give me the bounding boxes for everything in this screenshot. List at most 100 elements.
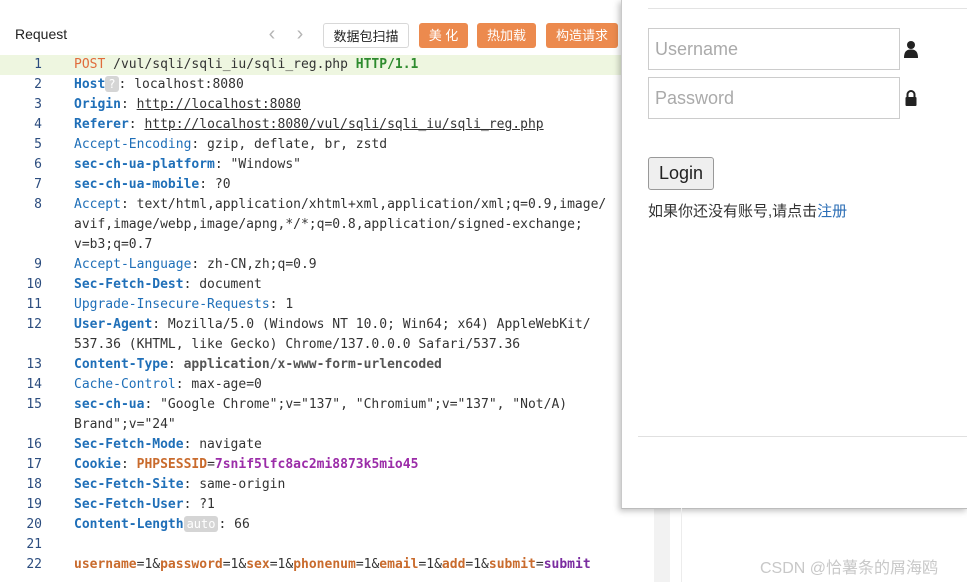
line-text: Sec-Fetch-User: ?1 bbox=[74, 495, 654, 515]
code-token: Upgrade-Insecure-Requests bbox=[74, 297, 270, 312]
code-token: Host bbox=[74, 77, 106, 92]
line-text: Sec-Fetch-Site: same-origin bbox=[74, 475, 654, 495]
code-token: : gzip, deflate, br, zstd bbox=[191, 137, 388, 152]
code-line: 16 Sec-Fetch-Mode: navigate bbox=[0, 435, 654, 455]
request-editor[interactable]: 1 POST /vul/sqli/sqli_iu/sqli_reg.php HTT… bbox=[0, 55, 654, 582]
code-token: Origin bbox=[74, 97, 121, 112]
code-token: : bbox=[167, 357, 184, 372]
code-line: 19 Sec-Fetch-User: ?1 bbox=[0, 495, 654, 515]
code-token: =1& bbox=[355, 557, 380, 572]
divider bbox=[648, 8, 967, 9]
line-number: 5 bbox=[34, 137, 42, 152]
code-line: 18 Sec-Fetch-Site: same-origin bbox=[0, 475, 654, 495]
password-input[interactable] bbox=[648, 77, 900, 119]
code-token: Content-Type bbox=[74, 357, 168, 372]
code-token: : text/html,application/xhtml+xml,applic… bbox=[120, 197, 607, 212]
code-token: email bbox=[379, 557, 419, 572]
line-text: Referer: http://localhost:8080/vul/sqli/… bbox=[74, 115, 654, 135]
line-text: Upgrade-Insecure-Requests: 1 bbox=[74, 295, 654, 315]
line-number: 20 bbox=[26, 517, 42, 532]
code-line: 11 Upgrade-Insecure-Requests: 1 bbox=[0, 295, 654, 315]
code-token: =1& bbox=[136, 557, 161, 572]
code-line: avif,image/webp,image/apng,*/*;q=0.8,app… bbox=[0, 215, 654, 235]
chevron-left-icon[interactable]: ‹ bbox=[262, 22, 282, 46]
code-token: : same-origin bbox=[183, 477, 286, 492]
line-text: Accept: text/html,application/xhtml+xml,… bbox=[74, 195, 654, 215]
request-panel: Request ‹ › 数据包扫描 美 化 热加载 构造请求 1 POST /vu… bbox=[0, 0, 670, 582]
code-token: password bbox=[160, 557, 223, 572]
code-token: 537.36 (KHTML, like Gecko) Chrome/137.0.… bbox=[74, 337, 521, 352]
beautify-button[interactable]: 美 化 bbox=[419, 23, 468, 48]
register-prompt-text: 如果你还没有账号,请点击 bbox=[648, 203, 818, 220]
line-text: Accept-Language: zh-CN,zh;q=0.9 bbox=[74, 255, 654, 275]
lock-icon bbox=[905, 90, 917, 106]
code-line: 8 Accept: text/html,application/xhtml+xml… bbox=[0, 195, 654, 215]
line-text: 537.36 (KHTML, like Gecko) Chrome/137.0.… bbox=[74, 335, 654, 355]
chevron-right-icon[interactable]: › bbox=[290, 22, 310, 46]
line-text: Host?: localhost:8080 bbox=[74, 75, 654, 95]
code-token: /vul/sqli/sqli_iu/sqli_reg.php bbox=[105, 57, 356, 72]
code-token: : bbox=[120, 457, 137, 472]
hot-load-button[interactable]: 热加载 bbox=[477, 23, 536, 48]
code-line: 14 Cache-Control: max-age=0 bbox=[0, 375, 654, 395]
line-text: sec-ch-ua-mobile: ?0 bbox=[74, 175, 654, 195]
code-token: submit bbox=[543, 557, 591, 572]
code-line: 21 bbox=[0, 535, 654, 555]
code-token: Brand";v="24" bbox=[74, 417, 176, 432]
line-text: username=1&password=1&sex=1&phonenum=1&e… bbox=[74, 555, 654, 575]
code-line: 3 Origin: http://localhost:8080 bbox=[0, 95, 654, 115]
line-number: 4 bbox=[34, 117, 42, 132]
code-token: sec-ch-ua-platform bbox=[74, 157, 215, 172]
packet-scan-button[interactable]: 数据包扫描 bbox=[323, 23, 409, 48]
line-text: sec-ch-ua: "Google Chrome";v="137", "Chr… bbox=[74, 395, 654, 415]
login-button[interactable]: Login bbox=[648, 157, 714, 190]
code-token: =1& bbox=[465, 557, 489, 572]
code-token: =1& bbox=[418, 557, 442, 572]
line-number: 18 bbox=[26, 477, 42, 492]
line-number: 11 bbox=[26, 297, 42, 312]
build-request-button[interactable]: 构造请求 bbox=[546, 23, 618, 48]
code-token: application/x-www-form-urlencoded bbox=[183, 357, 442, 372]
code-token: sec-ch-ua-mobile bbox=[74, 177, 200, 192]
code-token: : bbox=[120, 97, 137, 112]
code-line: 22 username=1&password=1&sex=1&phonenum=1… bbox=[0, 555, 654, 575]
line-number: 13 bbox=[26, 357, 42, 372]
code-line: 9 Accept-Language: zh-CN,zh;q=0.9 bbox=[0, 255, 654, 275]
code-line: 5 Accept-Encoding: gzip, deflate, br, zst… bbox=[0, 135, 654, 155]
hint-badge[interactable]: auto bbox=[183, 516, 219, 532]
code-line: 1 POST /vul/sqli/sqli_iu/sqli_reg.php HTT… bbox=[0, 55, 654, 75]
code-token: : document bbox=[183, 277, 262, 292]
line-number: 7 bbox=[34, 177, 42, 192]
code-token: = bbox=[535, 557, 544, 572]
code-token: http://localhost:8080 bbox=[136, 97, 301, 112]
line-number: 15 bbox=[26, 397, 42, 412]
code-token: PHPSESSID bbox=[136, 457, 208, 472]
line-text: Sec-Fetch-Mode: navigate bbox=[74, 435, 654, 455]
code-token: submit bbox=[488, 557, 536, 572]
divider bbox=[681, 508, 682, 582]
panel-title: Request bbox=[15, 26, 68, 42]
code-token: : ?1 bbox=[183, 497, 215, 512]
register-link[interactable]: 注册 bbox=[817, 203, 847, 220]
line-number: 14 bbox=[26, 377, 42, 392]
code-token: : Mozilla/5.0 (Windows NT 10.0; Win64; x… bbox=[152, 317, 591, 332]
code-token: Cookie bbox=[74, 457, 121, 472]
code-token: = bbox=[207, 457, 215, 472]
code-token: : bbox=[128, 117, 145, 132]
hint-badge[interactable]: ? bbox=[105, 76, 119, 92]
code-token: : localhost:8080 bbox=[118, 77, 244, 92]
code-line: 6 sec-ch-ua-platform: "Windows" bbox=[0, 155, 654, 175]
line-number: 1 bbox=[34, 57, 42, 72]
divider bbox=[638, 436, 967, 437]
code-line: 537.36 (KHTML, like Gecko) Chrome/137.0.… bbox=[0, 335, 654, 355]
username-input[interactable] bbox=[648, 28, 900, 70]
user-icon bbox=[904, 41, 918, 58]
code-line: 10 Sec-Fetch-Dest: document bbox=[0, 275, 654, 295]
code-line: v=b3;q=0.7 bbox=[0, 235, 654, 255]
code-token: sex bbox=[246, 557, 270, 572]
code-token: Referer bbox=[74, 117, 129, 132]
code-token: Accept bbox=[74, 197, 121, 212]
line-number: 6 bbox=[34, 157, 42, 172]
line-text: Origin: http://localhost:8080 bbox=[74, 95, 654, 115]
code-token: Sec-Fetch-Dest bbox=[74, 277, 184, 292]
